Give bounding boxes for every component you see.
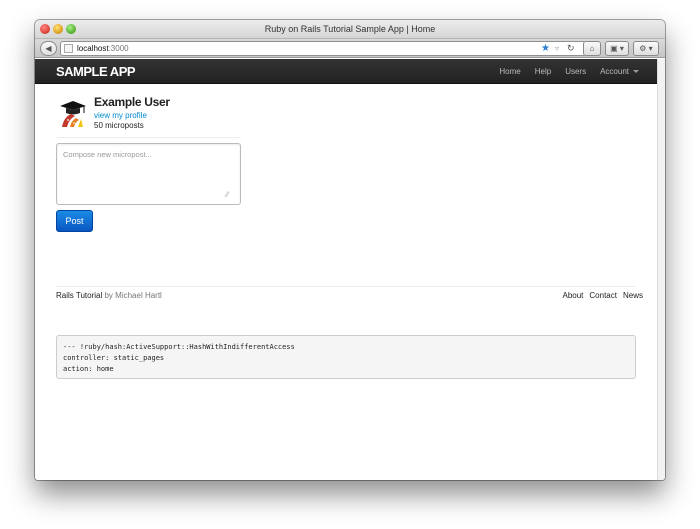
url-text[interactable]: localhost:3000 (77, 42, 129, 55)
user-name: Example User (94, 95, 170, 109)
browser-window: Ruby on Rails Tutorial Sample App | Home… (35, 20, 665, 480)
footer-contact-link[interactable]: Contact (589, 291, 617, 300)
desktop: Ruby on Rails Tutorial Sample App | Home… (0, 0, 700, 529)
view-profile-link[interactable]: view my profile (94, 111, 147, 120)
browser-toolbar: ◀ localhost:3000 ★ ▿ ↻ ⌂ ▣ ▾ ⚙ ▾ (35, 39, 665, 58)
sidebar-button[interactable]: ▣ ▾ (605, 41, 629, 56)
avatar[interactable] (56, 97, 88, 129)
page-viewport: SAMPLE APP Home Help Users Account Examp… (35, 59, 665, 480)
micropost-count: 50 microposts (94, 121, 144, 130)
home-icon: ⌂ (589, 44, 595, 53)
bookmark-star-icon[interactable]: ★ (541, 42, 550, 55)
rss-icon[interactable]: ▿ (555, 42, 559, 55)
address-bar[interactable]: localhost:3000 ★ ▿ ↻ (60, 41, 586, 56)
tools-button[interactable]: ⚙ ▾ (633, 41, 659, 56)
url-host: localhost (77, 44, 109, 53)
footer-news-link[interactable]: News (623, 291, 643, 300)
user-info-divider (56, 137, 241, 138)
back-arrow-icon: ◀ (45, 44, 52, 53)
url-port: :3000 (108, 44, 129, 53)
back-button[interactable]: ◀ (40, 41, 57, 56)
footer-author: by Michael Hartl (104, 291, 162, 300)
reload-icon[interactable]: ↻ (567, 42, 575, 55)
title-bar: Ruby on Rails Tutorial Sample App | Home (35, 20, 665, 39)
home-button[interactable]: ⌂ (583, 41, 601, 56)
scrollbar-track[interactable] (657, 59, 665, 480)
nav-account-label: Account (600, 67, 629, 76)
footer-links: About Contact News (563, 291, 644, 300)
micropost-compose-input[interactable] (56, 143, 241, 205)
debug-info-box: --- !ruby/hash:ActiveSupport::HashWithIn… (56, 335, 636, 379)
debug-line: --- !ruby/hash:ActiveSupport::HashWithIn… (63, 343, 295, 351)
nav-home-link[interactable]: Home (499, 59, 520, 84)
rails-tutorial-avatar-icon (60, 101, 86, 127)
debug-line: action: home (63, 365, 114, 373)
rails-tutorial-link[interactable]: Rails Tutorial (56, 291, 102, 300)
site-navbar: SAMPLE APP Home Help Users Account (35, 59, 657, 84)
post-button[interactable]: Post (56, 210, 93, 232)
caret-down-icon (633, 70, 639, 74)
footer-about-link[interactable]: About (563, 291, 584, 300)
site-logo[interactable]: SAMPLE APP (56, 59, 136, 84)
footer-divider (56, 286, 636, 287)
sidebar-icon: ▣ ▾ (610, 44, 624, 53)
nav-links: Home Help Users Account (499, 59, 639, 84)
debug-line: controller: static_pages (63, 354, 165, 362)
window-title: Ruby on Rails Tutorial Sample App | Home (264, 24, 436, 34)
favicon-icon (64, 44, 73, 53)
nav-help-link[interactable]: Help (535, 59, 551, 84)
tools-icon: ⚙ ▾ (639, 44, 653, 53)
footer-credit: Rails Tutorial by Michael Hartl (56, 291, 162, 300)
nav-users-link[interactable]: Users (565, 59, 586, 84)
resize-grip-icon[interactable]: ∕∕ (226, 190, 229, 200)
nav-account-dropdown[interactable]: Account (600, 59, 639, 84)
